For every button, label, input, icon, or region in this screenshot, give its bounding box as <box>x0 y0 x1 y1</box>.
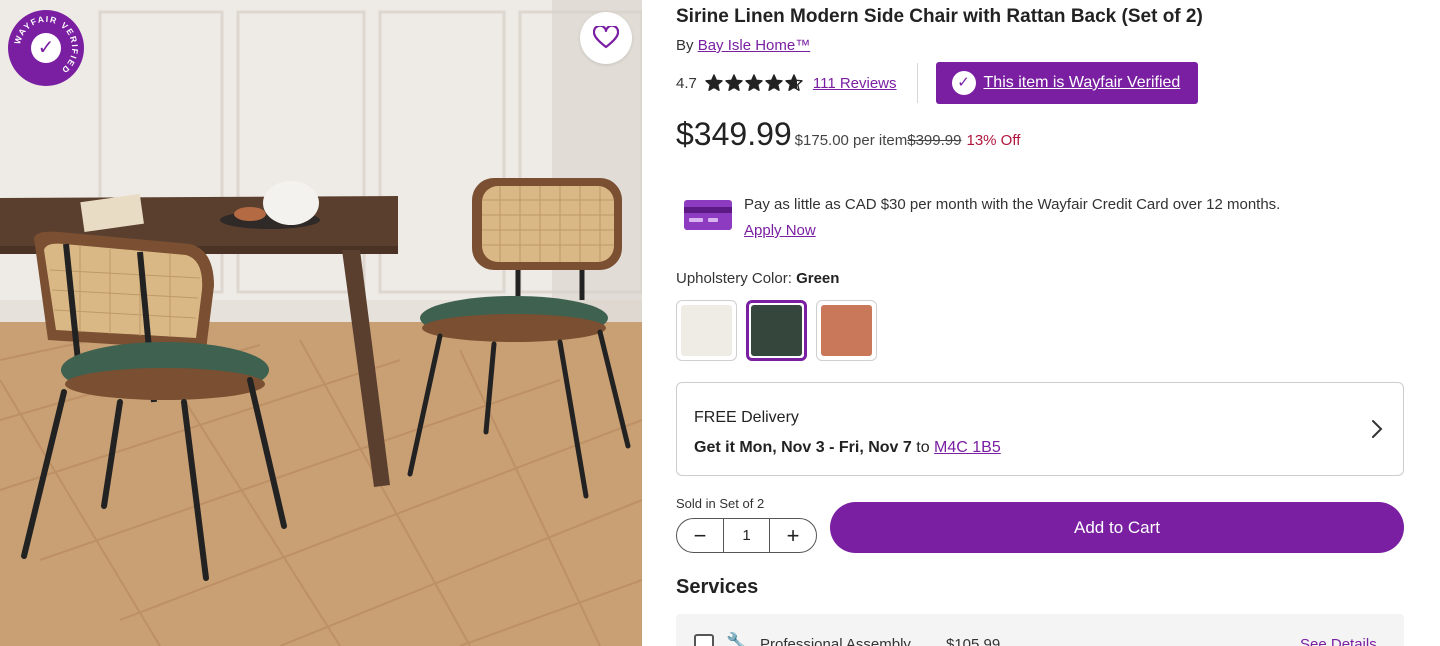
swatch-fill <box>751 305 802 356</box>
credit-offer-text: Pay as little as CAD $30 per month with … <box>744 192 1280 244</box>
rating-row: 4.7 111 Reviews ✓ This item is Wayfair V… <box>676 62 1236 104</box>
delivery-title: FREE Delivery <box>694 409 799 426</box>
product-title: Sirine Linen Modern Side Chair with Ratt… <box>676 6 1203 27</box>
wrench-icon: 🔧 <box>726 632 749 646</box>
color-swatch[interactable] <box>746 300 807 361</box>
credit-message: Pay as little as CAD $30 per month with … <box>744 196 1281 213</box>
star-half-icon <box>785 74 803 91</box>
product-photo-illustration <box>0 0 642 646</box>
apply-now-link[interactable]: Apply Now <box>744 222 816 239</box>
reviews-link[interactable]: 111 Reviews <box>813 75 897 92</box>
wayfair-verified-seal: WAYFAIR VERIFIED ✓ <box>8 10 84 86</box>
credit-offer: Pay as little as CAD $30 per month with … <box>684 192 1280 244</box>
add-to-cart-button[interactable]: Add to Cart <box>830 502 1404 553</box>
swatch-fill <box>821 305 872 356</box>
postal-code-link[interactable]: M4C 1B5 <box>934 439 1001 456</box>
verified-label: This item is Wayfair Verified <box>983 74 1181 91</box>
brand-link[interactable]: Bay Isle Home™ <box>698 37 811 54</box>
swatch-fill <box>681 305 732 356</box>
services-heading: Services <box>676 576 759 598</box>
favorite-button[interactable] <box>580 12 632 64</box>
price-row: $349.99 $175.00 per item $399.99 13% Off <box>676 116 1020 153</box>
quantity-value[interactable]: 1 <box>723 519 770 552</box>
increase-quantity-button[interactable]: + <box>770 519 816 552</box>
delivery-eta: Get it Mon, Nov 3 - Fri, Nov 7 to M4C 1B… <box>694 439 1001 457</box>
delivery-dates: Get it Mon, Nov 3 - Fri, Nov 7 <box>694 439 912 456</box>
check-icon: ✓ <box>31 33 61 63</box>
quantity-stepper: − 1 + <box>676 518 817 553</box>
per-item-price: $175.00 per item <box>794 132 908 149</box>
divider <box>916 63 918 103</box>
assembly-checkbox[interactable] <box>694 634 714 646</box>
service-label: Professional Assembly <box>760 636 911 646</box>
original-price: $399.99 <box>907 132 962 149</box>
star-full-icon <box>725 74 743 91</box>
services-list: 🔧 Professional Assembly $105.99 See Deta… <box>676 614 1404 646</box>
sale-price: $349.99 <box>676 116 792 152</box>
star-rating <box>705 74 803 92</box>
credit-card-icon <box>684 200 732 230</box>
see-details-link[interactable]: See Details <box>1300 636 1377 646</box>
star-full-icon <box>745 74 763 91</box>
discount-badge: 13% Off <box>966 132 1021 149</box>
by-prefix: By <box>676 37 694 54</box>
chevron-right-icon <box>1372 420 1383 438</box>
color-swatch[interactable] <box>816 300 877 361</box>
product-image[interactable]: WAYFAIR VERIFIED ✓ <box>0 0 642 646</box>
wayfair-verified-button[interactable]: ✓ This item is Wayfair Verified <box>935 62 1199 104</box>
verified-check-icon: ✓ <box>951 71 976 95</box>
upholstery-label-text: Upholstery Color: <box>676 270 792 287</box>
star-full-icon <box>765 74 783 91</box>
brand-byline: By Bay Isle Home™ <box>676 37 810 54</box>
sold-in-set-label: Sold in Set of 2 <box>676 496 765 511</box>
upholstery-color-label: Upholstery Color: Green <box>676 270 839 287</box>
delivery-card[interactable]: FREE Delivery Get it Mon, Nov 3 - Fri, N… <box>676 382 1404 476</box>
decrease-quantity-button[interactable]: − <box>677 519 723 552</box>
service-price: $105.99 <box>946 636 1001 646</box>
selected-color-name: Green <box>796 270 840 287</box>
color-swatch[interactable] <box>676 300 737 361</box>
delivery-to: to <box>916 439 930 456</box>
rating-value: 4.7 <box>676 74 697 92</box>
color-swatches <box>676 300 877 361</box>
star-full-icon <box>705 74 723 91</box>
heart-outline-icon <box>593 26 619 49</box>
